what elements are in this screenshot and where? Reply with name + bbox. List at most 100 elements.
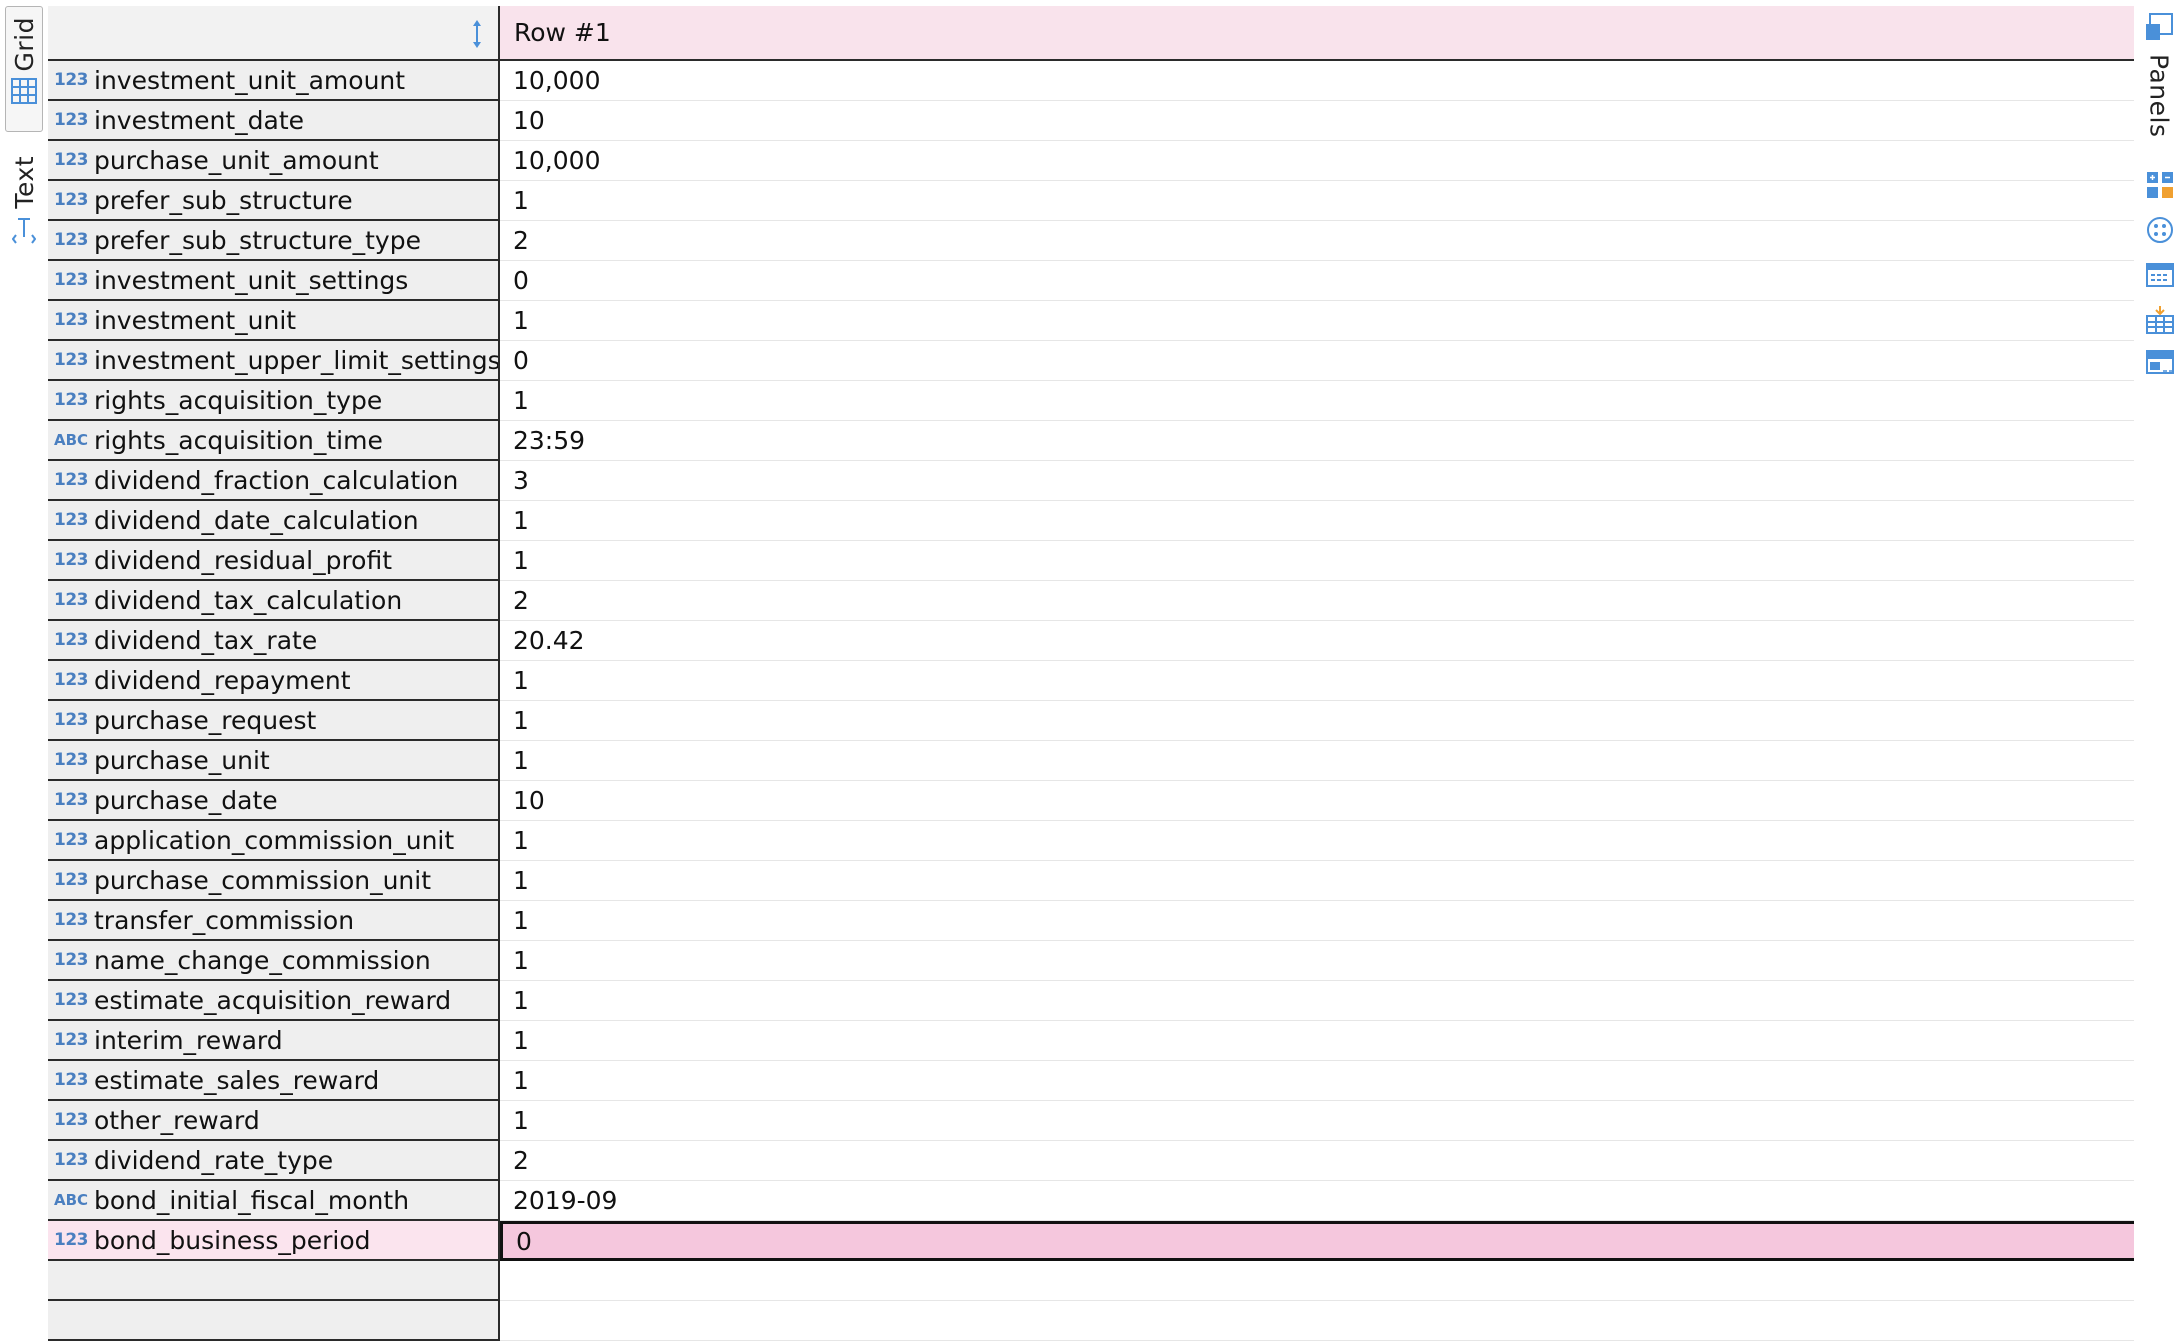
grid-corner-cell[interactable] (48, 6, 500, 61)
value-cell[interactable]: 1 (500, 661, 2134, 701)
value-cell[interactable]: 3 (500, 461, 2134, 501)
row-header-cell[interactable]: 123 rights_acquisition_type (48, 381, 500, 421)
value-cell[interactable]: 1 (500, 861, 2134, 901)
value-cell[interactable]: 0 (500, 1221, 2134, 1261)
table-row[interactable]: 123 purchase_unit_amount 10,000 (48, 141, 2134, 181)
table-row[interactable]: 123 purchase_date 10 (48, 781, 2134, 821)
table-row[interactable]: 123 dividend_tax_calculation 2 (48, 581, 2134, 621)
table-row[interactable]: 123 transfer_commission 1 (48, 901, 2134, 941)
value-cell[interactable]: 10 (500, 101, 2134, 141)
table-row[interactable]: 123 dividend_residual_profit 1 (48, 541, 2134, 581)
metadata-icon[interactable] (2145, 260, 2175, 290)
table-row[interactable]: 123 dividend_repayment 1 (48, 661, 2134, 701)
value-cell[interactable]: 1 (500, 1061, 2134, 1101)
value-viewer-icon[interactable] (2145, 347, 2175, 377)
table-row[interactable]: 123 investment_unit_settings 0 (48, 261, 2134, 301)
table-row[interactable]: 123 rights_acquisition_type 1 (48, 381, 2134, 421)
row-header-cell[interactable]: 123 application_commission_unit (48, 821, 500, 861)
row-header-cell[interactable]: 123 bond_business_period (48, 1221, 500, 1261)
table-row[interactable]: 123 application_commission_unit 1 (48, 821, 2134, 861)
tab-panels[interactable]: Panels (2140, 12, 2178, 137)
value-cell[interactable]: 10,000 (500, 141, 2134, 181)
table-row[interactable]: 123 estimate_acquisition_reward 1 (48, 981, 2134, 1021)
table-row[interactable]: 123 other_reward 1 (48, 1101, 2134, 1141)
table-row[interactable]: 123 investment_unit 1 (48, 301, 2134, 341)
row-header-cell[interactable]: 123 purchase_commission_unit (48, 861, 500, 901)
value-cell[interactable]: 1 (500, 541, 2134, 581)
value-cell[interactable]: 1 (500, 501, 2134, 541)
references-icon[interactable] (2145, 215, 2175, 245)
tab-text[interactable]: Text (5, 146, 43, 256)
row-header-cell[interactable]: 123 estimate_sales_reward (48, 1061, 500, 1101)
row-header-cell[interactable]: 123 estimate_acquisition_reward (48, 981, 500, 1021)
value-cell[interactable]: 20.42 (500, 621, 2134, 661)
table-row[interactable]: 123 prefer_sub_structure_type 2 (48, 221, 2134, 261)
tab-grid[interactable]: Grid (5, 6, 43, 132)
row-header-cell[interactable]: 123 purchase_date (48, 781, 500, 821)
value-cell[interactable]: 2 (500, 581, 2134, 621)
row-header-cell[interactable]: 123 investment_unit_amount (48, 61, 500, 101)
table-row[interactable]: 123 name_change_commission 1 (48, 941, 2134, 981)
row-header-cell[interactable]: 123 dividend_date_calculation (48, 501, 500, 541)
table-row[interactable]: ABC bond_initial_fiscal_month 2019-09 (48, 1181, 2134, 1221)
value-cell[interactable]: 1 (500, 1101, 2134, 1141)
value-cell[interactable]: 10 (500, 781, 2134, 821)
column-header-row-1[interactable]: Row #1 (500, 6, 2134, 61)
row-header-cell[interactable]: 123 dividend_tax_calculation (48, 581, 500, 621)
value-cell[interactable]: 10,000 (500, 61, 2134, 101)
row-header-cell[interactable]: 123 purchase_request (48, 701, 500, 741)
calculator-icon[interactable] (2145, 170, 2175, 200)
table-row[interactable]: 123 dividend_tax_rate 20.42 (48, 621, 2134, 661)
row-header-cell[interactable]: 123 prefer_sub_structure (48, 181, 500, 221)
value-cell[interactable]: 1 (500, 741, 2134, 781)
value-cell[interactable]: 1 (500, 701, 2134, 741)
value-cell[interactable]: 1 (500, 301, 2134, 341)
table-row[interactable]: 123 estimate_sales_reward 1 (48, 1061, 2134, 1101)
value-cell[interactable]: 0 (500, 261, 2134, 301)
row-header-cell[interactable]: 123 purchase_unit_amount (48, 141, 500, 181)
grouping-icon[interactable] (2145, 305, 2175, 335)
row-header-cell[interactable]: 123 investment_date (48, 101, 500, 141)
value-cell[interactable]: 23:59 (500, 421, 2134, 461)
table-row[interactable]: 123 investment_unit_amount 10,000 (48, 61, 2134, 101)
table-row[interactable]: 123 interim_reward 1 (48, 1021, 2134, 1061)
row-header-cell[interactable]: ABC rights_acquisition_time (48, 421, 500, 461)
table-row[interactable]: 123 dividend_fraction_calculation 3 (48, 461, 2134, 501)
row-header-cell[interactable]: 123 dividend_residual_profit (48, 541, 500, 581)
row-header-cell[interactable]: 123 purchase_unit (48, 741, 500, 781)
row-header-cell[interactable]: 123 interim_reward (48, 1021, 500, 1061)
value-cell[interactable]: 1 (500, 1021, 2134, 1061)
row-header-cell[interactable]: 123 dividend_rate_type (48, 1141, 500, 1181)
value-cell[interactable]: 1 (500, 181, 2134, 221)
table-row[interactable]: 123 investment_date 10 (48, 101, 2134, 141)
row-header-cell[interactable]: 123 dividend_repayment (48, 661, 500, 701)
row-header-cell[interactable]: 123 investment_upper_limit_settings (48, 341, 500, 381)
table-row[interactable]: 123 purchase_commission_unit 1 (48, 861, 2134, 901)
table-row[interactable]: 123 purchase_request 1 (48, 701, 2134, 741)
table-row[interactable]: 123 investment_upper_limit_settings 0 (48, 341, 2134, 381)
row-header-cell[interactable]: 123 investment_unit (48, 301, 500, 341)
row-header-cell[interactable]: 123 other_reward (48, 1101, 500, 1141)
value-cell[interactable]: 1 (500, 901, 2134, 941)
value-cell[interactable]: 1 (500, 381, 2134, 421)
value-cell[interactable]: 2 (500, 221, 2134, 261)
table-row[interactable]: 123 dividend_date_calculation 1 (48, 501, 2134, 541)
table-row[interactable]: 123 dividend_rate_type 2 (48, 1141, 2134, 1181)
table-row[interactable]: 123 purchase_unit 1 (48, 741, 2134, 781)
sort-toggle-icon[interactable] (470, 18, 484, 54)
row-header-cell[interactable]: 123 investment_unit_settings (48, 261, 500, 301)
row-header-cell[interactable]: 123 transfer_commission (48, 901, 500, 941)
row-header-cell[interactable]: 123 name_change_commission (48, 941, 500, 981)
value-cell[interactable]: 1 (500, 821, 2134, 861)
row-header-cell[interactable]: 123 prefer_sub_structure_type (48, 221, 500, 261)
table-row[interactable]: 123 bond_business_period 0 (48, 1221, 2134, 1261)
table-row[interactable]: 123 prefer_sub_structure 1 (48, 181, 2134, 221)
value-cell[interactable]: 2019-09 (500, 1181, 2134, 1221)
row-header-cell[interactable]: ABC bond_initial_fiscal_month (48, 1181, 500, 1221)
value-cell[interactable]: 1 (500, 941, 2134, 981)
row-header-cell[interactable]: 123 dividend_tax_rate (48, 621, 500, 661)
row-header-cell[interactable]: 123 dividend_fraction_calculation (48, 461, 500, 501)
value-cell[interactable]: 2 (500, 1141, 2134, 1181)
table-row[interactable]: ABC rights_acquisition_time 23:59 (48, 421, 2134, 461)
value-cell[interactable]: 0 (500, 341, 2134, 381)
